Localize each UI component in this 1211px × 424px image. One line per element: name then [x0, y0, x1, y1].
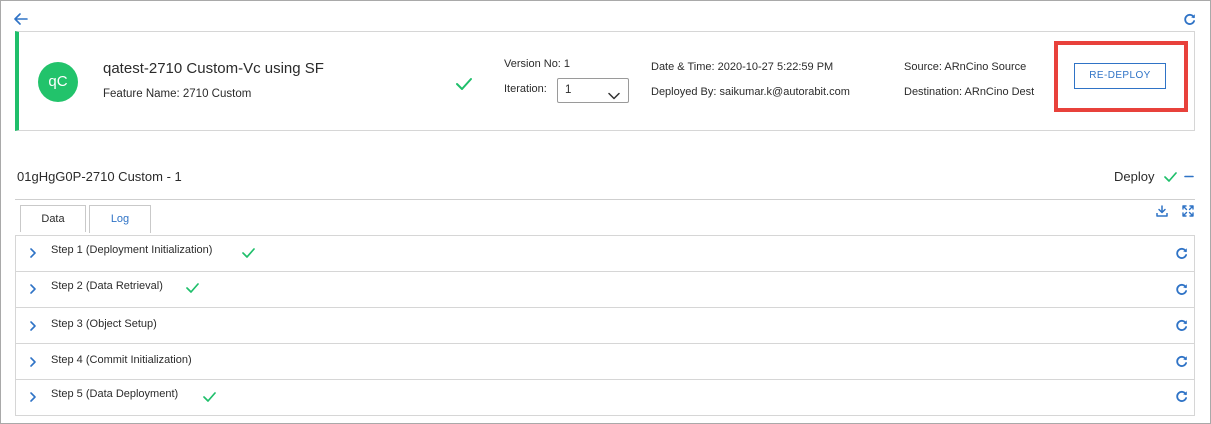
step-label: Step 4 (Commit Initialization)	[51, 354, 192, 366]
steps-list: Step 1 (Deployment Initialization) Step …	[15, 235, 1195, 416]
check-icon	[242, 245, 255, 263]
redeploy-button[interactable]: RE-DEPLOY	[1074, 63, 1166, 89]
iteration-value: 1	[565, 84, 572, 96]
chevron-down-icon	[608, 86, 620, 109]
refresh-icon[interactable]	[1175, 319, 1188, 337]
deployed-by: Deployed By: saikumar.k@autorabit.com	[651, 86, 850, 98]
expand-icon[interactable]	[1182, 205, 1194, 217]
divider	[15, 199, 1195, 200]
download-icon[interactable]	[1156, 205, 1168, 217]
step-label: Step 5 (Data Deployment)	[51, 388, 179, 400]
deployment-card: qC qatest-2710 Custom-Vc using SF Featur…	[15, 31, 1195, 131]
list-item[interactable]: Step 5 (Data Deployment)	[16, 380, 1194, 416]
avatar: qC	[38, 62, 78, 102]
iteration-select[interactable]: 1	[557, 78, 629, 103]
deploy-label: Deploy	[1114, 169, 1155, 184]
chevron-right-icon	[29, 319, 37, 337]
tab-data[interactable]: Data	[20, 205, 86, 232]
refresh-icon[interactable]	[1175, 283, 1188, 301]
step-label: Step 1 (Deployment Initialization)	[51, 244, 213, 256]
version-number: Version No: 1	[504, 58, 571, 70]
list-item[interactable]: Step 4 (Commit Initialization)	[16, 344, 1194, 380]
deploy-status: Deploy	[1114, 169, 1154, 184]
arrow-left-icon[interactable]	[14, 13, 28, 25]
chevron-right-icon	[29, 355, 37, 373]
refresh-icon[interactable]	[1175, 355, 1188, 373]
collapse-icon[interactable]	[1184, 175, 1194, 178]
list-item[interactable]: Step 2 (Data Retrieval)	[16, 272, 1194, 308]
refresh-icon[interactable]	[1183, 13, 1196, 26]
step-label: Step 2 (Data Retrieval)	[51, 280, 163, 292]
chevron-right-icon	[29, 282, 37, 300]
tab-log[interactable]: Log	[89, 205, 151, 233]
check-icon	[203, 389, 216, 407]
check-icon	[1164, 172, 1177, 182]
refresh-icon[interactable]	[1175, 390, 1188, 408]
list-item[interactable]: Step 3 (Object Setup)	[16, 308, 1194, 344]
chevron-right-icon	[29, 390, 37, 408]
iteration-label: Iteration:	[504, 83, 547, 95]
feature-name: Feature Name: 2710 Custom	[103, 88, 252, 100]
step-label: Step 3 (Object Setup)	[51, 318, 157, 330]
check-icon	[455, 77, 473, 96]
deployment-name: qatest-2710 Custom-Vc using SF	[103, 60, 324, 77]
date-time: Date & Time: 2020-10-27 5:22:59 PM	[651, 61, 834, 73]
destination: Destination: ARnCino Dest	[904, 86, 1035, 98]
section-title: 01gHgG0P-2710 Custom - 1	[17, 169, 182, 184]
refresh-icon[interactable]	[1175, 247, 1188, 265]
list-item[interactable]: Step 1 (Deployment Initialization)	[16, 236, 1194, 272]
chevron-right-icon	[29, 246, 37, 264]
source: Source: ARnCino Source	[904, 61, 1027, 73]
check-icon	[186, 280, 199, 298]
